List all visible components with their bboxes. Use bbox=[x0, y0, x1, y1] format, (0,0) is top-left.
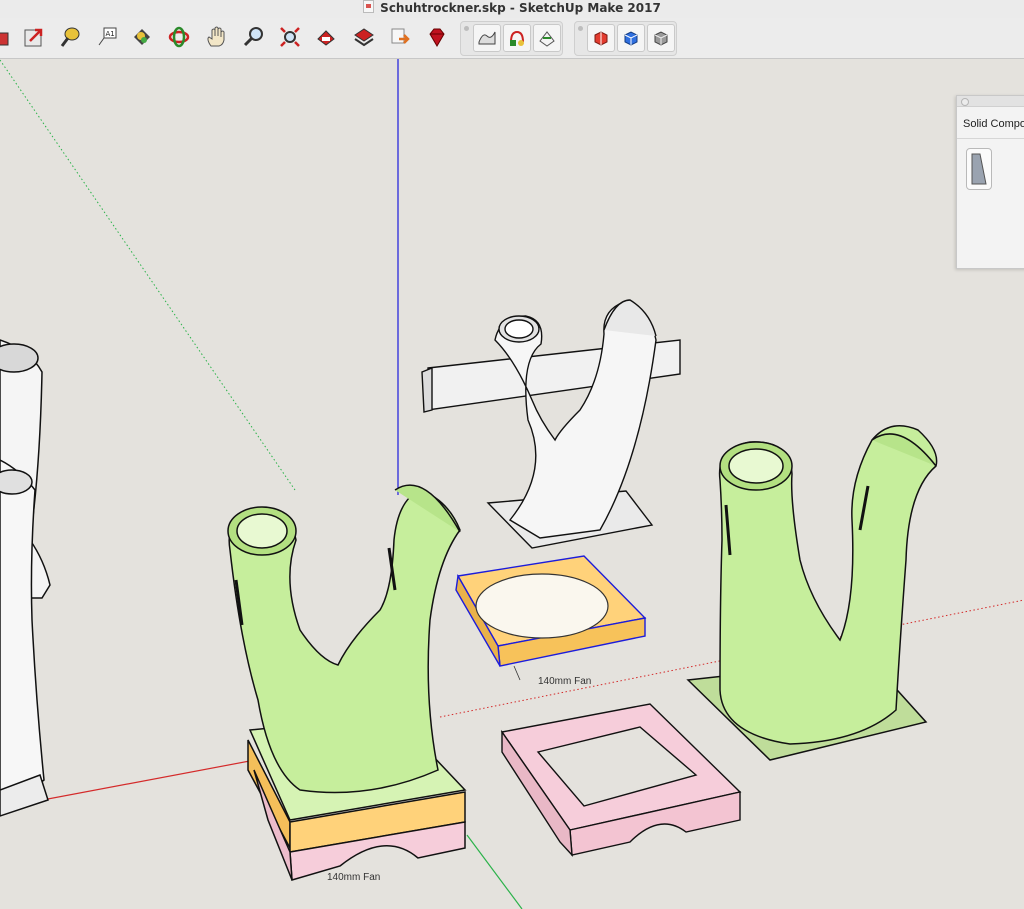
zoom-icon[interactable] bbox=[240, 23, 268, 51]
white-duct-partial-left bbox=[0, 339, 51, 817]
solid-outer-shell-icon[interactable] bbox=[647, 24, 675, 52]
fan-dimension-label-top: 140mm Fan bbox=[538, 676, 592, 687]
window-titlebar: Schuhtrockner.skp - SketchUp Make 2017 bbox=[0, 0, 1024, 18]
solid-component-button[interactable] bbox=[966, 148, 992, 190]
fan-dimension-label-bottom: 140mm Fan bbox=[327, 872, 381, 883]
sandbox-toolbar-group bbox=[460, 21, 563, 56]
white-duct-with-rail bbox=[421, 299, 681, 549]
divider bbox=[957, 138, 1024, 139]
solid-intersect-icon[interactable] bbox=[617, 24, 645, 52]
drawing-viewport[interactable]: 140mm Fan 140mm Fan bbox=[0, 59, 1024, 909]
orbit-icon[interactable] bbox=[165, 23, 193, 51]
solid-components-tray: Solid Compo bbox=[956, 95, 1024, 269]
close-icon[interactable] bbox=[961, 98, 969, 106]
green-axis-negative bbox=[0, 59, 296, 491]
add-location-icon[interactable] bbox=[503, 24, 531, 52]
zoom-extents-icon[interactable] bbox=[276, 23, 304, 51]
share-model-icon[interactable] bbox=[387, 23, 415, 51]
solid-tools-toolbar-group bbox=[574, 21, 677, 56]
solid-union-icon[interactable] bbox=[587, 24, 615, 52]
tape-measure-icon[interactable] bbox=[56, 23, 84, 51]
solid-shape-icon bbox=[971, 153, 987, 185]
ruby-console-icon[interactable] bbox=[423, 23, 451, 51]
main-toolbar: A1 bbox=[0, 18, 1024, 59]
svg-text:A1: A1 bbox=[106, 30, 115, 38]
model-scene[interactable] bbox=[0, 59, 1024, 909]
extension-warehouse-icon[interactable] bbox=[350, 23, 378, 51]
smoove-icon[interactable] bbox=[533, 24, 561, 52]
window-title: Schuhtrockner.skp - SketchUp Make 2017 bbox=[380, 1, 661, 15]
document-icon bbox=[363, 0, 375, 13]
green-duct-left-assembly bbox=[227, 484, 467, 881]
leader-line bbox=[513, 665, 521, 681]
yellow-fan-plate bbox=[455, 555, 647, 667]
green-duct-right bbox=[686, 425, 938, 761]
pan-hand-icon[interactable] bbox=[202, 23, 230, 51]
grip-handle[interactable] bbox=[578, 26, 583, 31]
tray-header bbox=[957, 96, 1024, 107]
move-icon[interactable] bbox=[20, 23, 48, 51]
sandbox-icon[interactable] bbox=[473, 24, 501, 52]
grip-handle[interactable] bbox=[464, 26, 469, 31]
tray-title: Solid Compo bbox=[963, 118, 1024, 130]
warehouse-icon[interactable] bbox=[312, 23, 340, 51]
paint-bucket-icon[interactable] bbox=[128, 23, 156, 51]
pink-fan-adapter bbox=[500, 703, 742, 857]
green-axis bbox=[466, 834, 523, 909]
scale-icon[interactable] bbox=[0, 23, 20, 51]
text-tool-icon[interactable]: A1 bbox=[93, 23, 121, 51]
